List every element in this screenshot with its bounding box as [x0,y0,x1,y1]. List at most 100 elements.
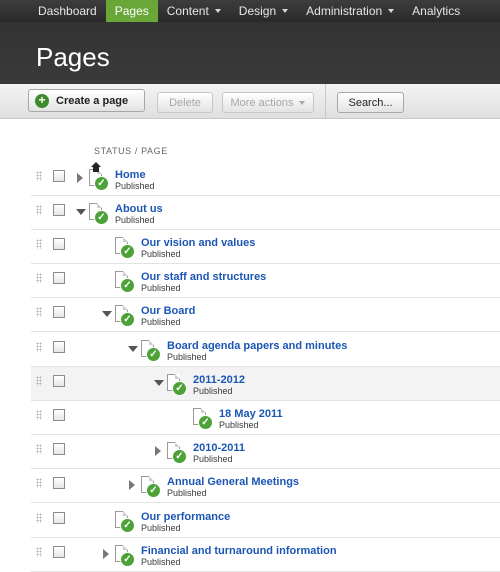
row-checkbox[interactable] [53,341,65,353]
page-published-icon: ✓ [115,542,137,567]
row-checkbox[interactable] [53,546,65,558]
create-page-button[interactable]: + Create a page [28,89,145,112]
row-checkbox[interactable] [53,170,65,182]
page-title-link[interactable]: 2011-2012 [193,374,245,386]
drag-handle-icon[interactable] [36,444,42,454]
more-actions-button[interactable]: More actions [222,92,314,113]
page-published-icon: ✓ [167,371,189,396]
drag-handle-icon[interactable] [36,410,42,420]
page-row[interactable]: ✓ About us Published [31,196,500,230]
page-title-link[interactable]: Our performance [141,511,230,523]
page-status: Published [141,523,181,533]
collapse-arrow-icon[interactable] [128,346,138,352]
page-row[interactable]: ✓ Financial and turnaround information Pub… [31,538,500,572]
page-status: Published [167,488,207,498]
chevron-down-icon [388,9,395,13]
status-page-column-header: STATUS / PAGE [94,146,168,156]
page-published-icon: ✓ [115,302,137,327]
page-row[interactable]: ✓ Our staff and structures Published [31,264,500,298]
delete-button[interactable]: Delete [157,92,213,113]
page-status: Published [141,283,181,293]
nav-item-pages[interactable]: Pages [105,0,158,22]
page-title-link[interactable]: Annual General Meetings [167,476,299,488]
page-row[interactable]: ✓ 2011-2012 Published [31,367,500,401]
row-checkbox[interactable] [53,204,65,216]
row-checkbox[interactable] [53,512,65,524]
nav-item-label: Administration [306,3,383,18]
page-status: Published [193,454,233,464]
page-row[interactable]: ✓ Board agenda papers and minutes Publishe… [31,333,500,367]
top-bar: Dashboard Pages Content Design Administratio… [0,0,500,84]
expand-arrow-icon[interactable] [103,549,109,559]
page-status: Published [141,317,181,327]
page-title-link[interactable]: About us [115,203,163,215]
page-title-link[interactable]: Our vision and values [141,237,255,249]
drag-handle-icon[interactable] [36,513,42,523]
nav-item-label: Pages [114,3,149,18]
nav-item-content[interactable]: Content [158,0,230,22]
page-status: Published [141,557,181,567]
page-published-icon: ✓ [141,337,163,362]
page-status: Published [115,215,155,225]
row-checkbox[interactable] [53,238,65,250]
nav-item-dashboard[interactable]: Dashboard [0,0,106,22]
page-published-icon: ✓ [193,405,215,430]
drag-handle-icon[interactable] [36,478,42,488]
home-page-icon: ✓ [89,162,111,191]
page-title-link[interactable]: Our staff and structures [141,271,266,283]
nav-item-administration[interactable]: Administration [297,0,403,22]
page-status: Published [219,420,259,430]
row-checkbox[interactable] [53,306,65,318]
expand-arrow-icon[interactable] [77,173,83,183]
chevron-down-icon [214,9,221,13]
page-title: Pages [36,42,110,72]
collapse-arrow-icon[interactable] [154,380,164,386]
drag-handle-icon[interactable] [36,342,42,352]
row-checkbox[interactable] [53,272,65,284]
drag-handle-icon[interactable] [36,205,42,215]
page-published-icon: ✓ [167,439,189,464]
page-title-link[interactable]: Our Board [141,305,195,317]
drag-handle-icon[interactable] [36,239,42,249]
nav-item-label: Dashboard [38,3,97,18]
search-button[interactable]: Search... [337,92,404,113]
drag-handle-icon[interactable] [36,171,42,181]
drag-handle-icon[interactable] [36,547,42,557]
drag-handle-icon[interactable] [36,273,42,283]
page-row[interactable]: ✓ 18 May 2011 Published [31,401,500,435]
collapse-arrow-icon[interactable] [102,311,112,317]
page-status: Published [115,181,155,191]
nav-item-analytics[interactable]: Analytics [403,0,469,22]
page-title-link[interactable]: Financial and turnaround information [141,545,337,557]
page-title-link[interactable]: 2010-2011 [193,442,245,454]
page-status: Published [193,386,233,396]
page-row[interactable]: ✓ Annual General Meetings Published [31,469,500,503]
page-published-icon: ✓ [115,508,137,533]
row-checkbox[interactable] [53,409,65,421]
expand-arrow-icon[interactable] [129,480,135,490]
nav-item-design[interactable]: Design [230,0,297,22]
row-checkbox[interactable] [53,443,65,455]
page-row[interactable]: ✓ Home Published [31,162,500,196]
page-title-link[interactable]: Home [115,169,146,181]
more-actions-label: More actions [230,96,294,109]
drag-handle-icon[interactable] [36,307,42,317]
row-checkbox[interactable] [53,375,65,387]
expand-arrow-icon[interactable] [155,446,161,456]
page-row[interactable]: ✓ Our vision and values Published [31,230,500,264]
main-nav: Dashboard Pages Content Design Administratio… [0,0,469,22]
page-row[interactable]: ✓ Our Board Published [31,298,500,332]
plus-icon: + [35,93,49,108]
nav-item-label: Design [238,3,277,18]
page-title-link[interactable]: Board agenda papers and minutes [167,340,347,352]
page-published-icon: ✓ [115,268,137,293]
page-status: Published [167,352,207,362]
row-checkbox[interactable] [53,477,65,489]
page-row[interactable]: ✓ 2010-2011 Published [31,435,500,469]
drag-handle-icon[interactable] [36,376,42,386]
page-row[interactable]: ✓ Our performance Published [31,504,500,538]
chevron-down-icon [299,100,306,105]
collapse-arrow-icon[interactable] [76,209,86,215]
page-status: Published [141,249,181,259]
page-title-link[interactable]: 18 May 2011 [219,408,283,420]
